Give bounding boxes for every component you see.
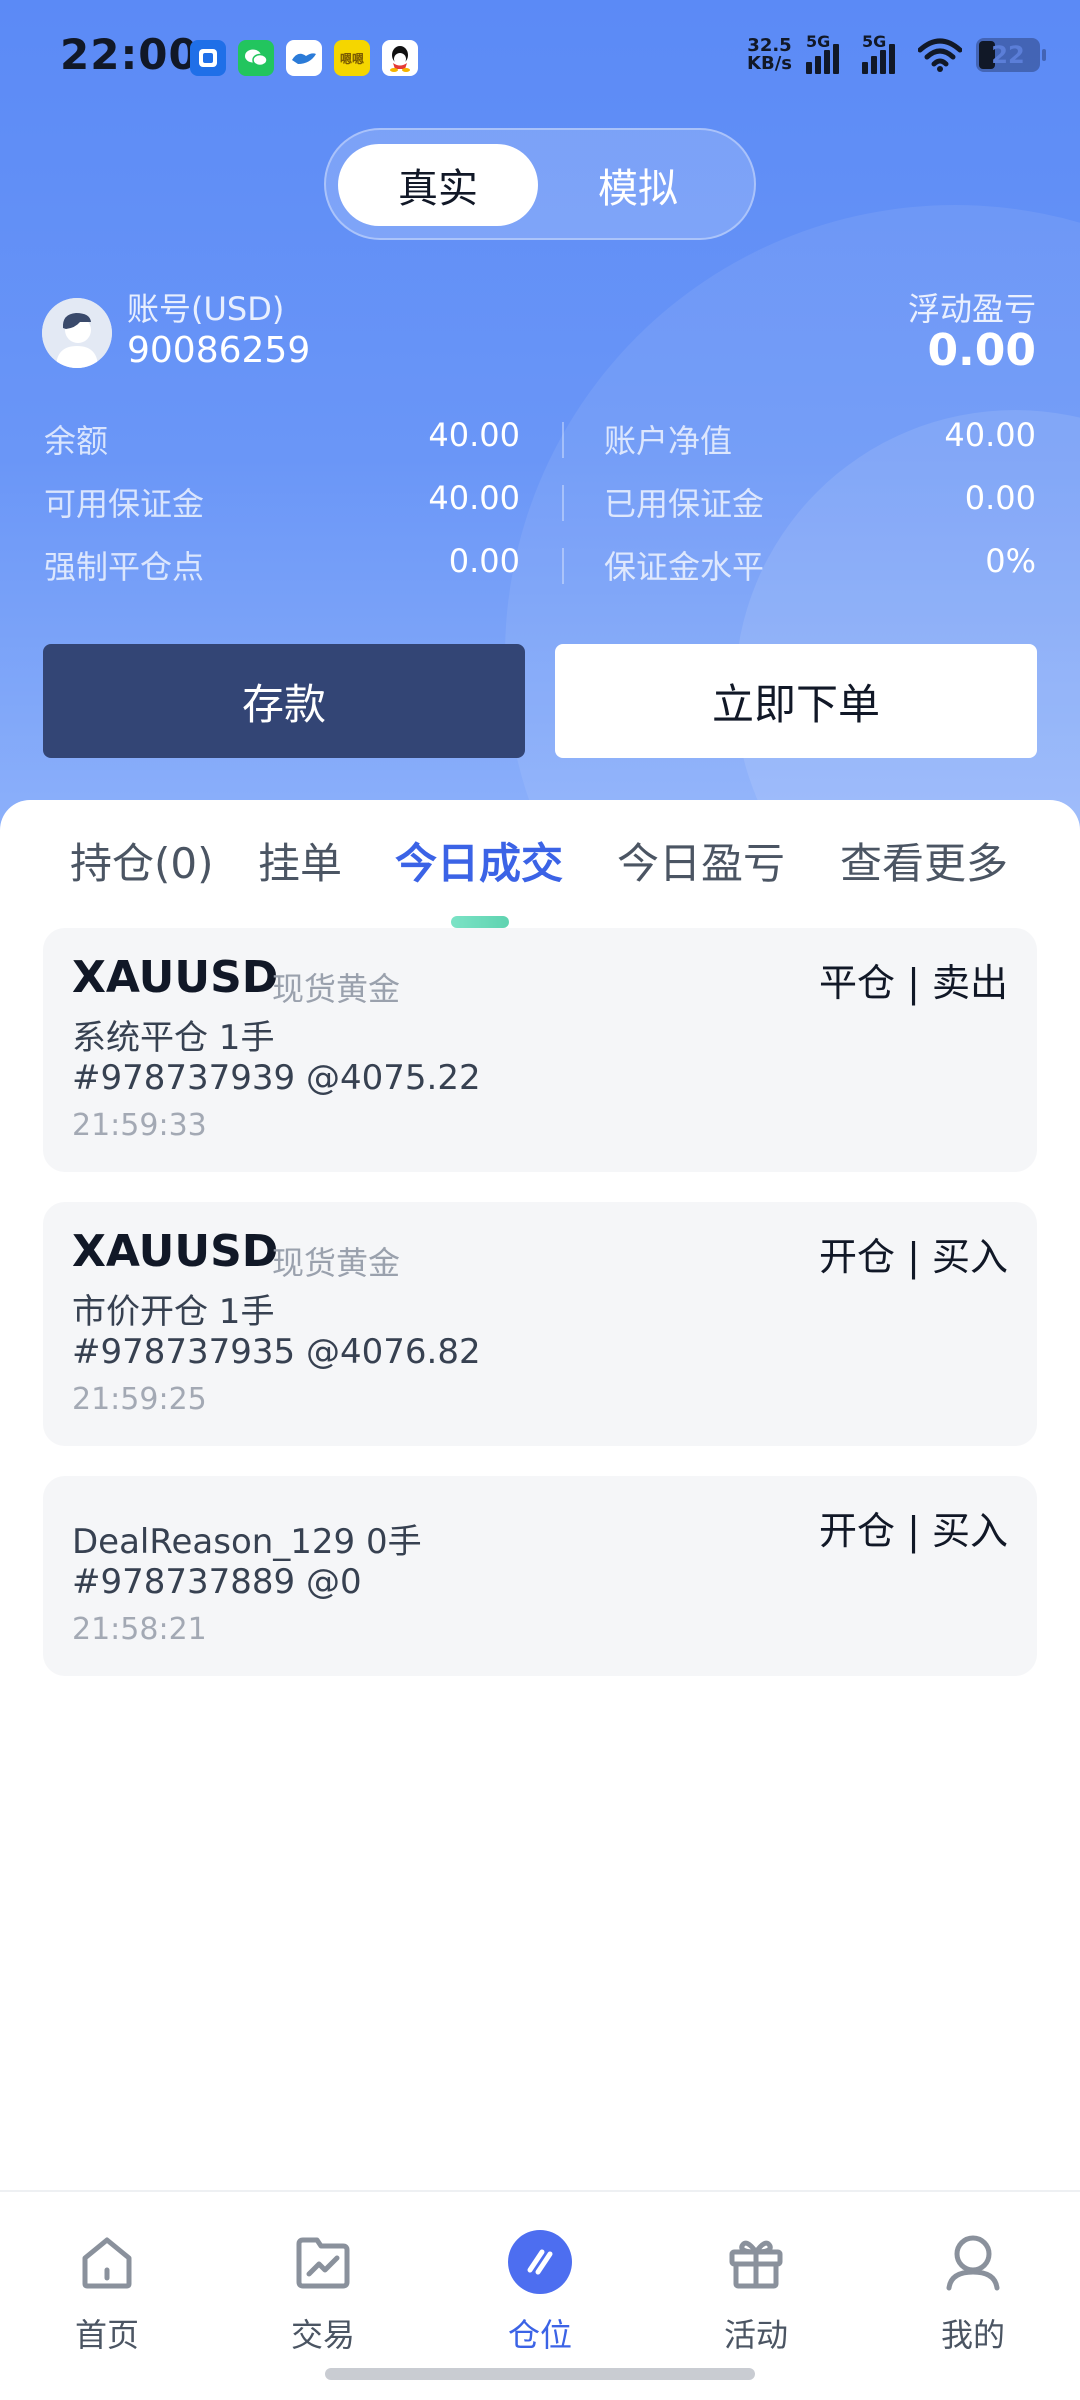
deal-time: 21:59:25 [72, 1382, 207, 1417]
deal-reason: 市价开仓 1手 [72, 1292, 275, 1332]
deal-ticket: #978737939 @4075.22 [72, 1058, 481, 1098]
signal-label: 5G [806, 32, 831, 51]
stat-value: 0.00 [448, 542, 520, 580]
stat-label: 强制平仓点 [44, 548, 205, 586]
signal-label: 5G [862, 32, 887, 51]
stat-margin-level: 保证金水平 0% [604, 542, 1036, 586]
signal-5g-icon: 5G [862, 32, 904, 74]
status-time: 22:00 [60, 30, 199, 79]
net-speed: 32.5 KB/s [747, 37, 792, 73]
nav-label: 首页 [74, 2316, 139, 2354]
account-label: 账号(USD) [127, 290, 285, 328]
stat-value: 40.00 [428, 416, 520, 454]
hh-app-icon: 嗯嗯 [334, 40, 370, 76]
user-profile-icon [946, 2235, 1000, 2291]
avatar[interactable] [42, 298, 112, 368]
deal-card[interactable]: 开仓 | 买入 DealReason_129 0手 #978737889 @0 … [43, 1476, 1037, 1676]
status-indicators: 32.5 KB/s 5G 5G 22 [747, 32, 1046, 74]
tab-positions[interactable]: 持仓(0) [70, 830, 214, 891]
stat-value: 0.00 [964, 479, 1036, 517]
divider [562, 485, 564, 521]
stat-value: 40.00 [944, 416, 1036, 454]
deal-action: 平仓 | 卖出 [819, 961, 1008, 1005]
stat-label: 保证金水平 [604, 548, 765, 586]
stat-free-margin: 可用保证金 40.00 [44, 479, 520, 523]
deal-symbol-name: 现货黄金 [272, 1244, 401, 1282]
nav-home[interactable]: 首页 [37, 2212, 177, 2362]
trade-folder-chart-icon [296, 2237, 350, 2289]
bird-app-icon [286, 40, 322, 76]
status-bar: 22:00 嗯嗯 32.5 KB/s 5G 5G 22 [0, 0, 1080, 120]
qq-icon [382, 40, 418, 76]
place-order-button[interactable]: 立即下单 [555, 644, 1037, 758]
nav-trade[interactable]: 交易 [253, 2212, 393, 2362]
battery-icon: 22 [976, 38, 1046, 72]
nav-mine[interactable]: 我的 [903, 2212, 1043, 2362]
wifi-icon [918, 38, 962, 72]
tab-pending-orders[interactable]: 挂单 [258, 830, 342, 891]
tab-view-more[interactable]: 查看更多 [840, 830, 1008, 891]
battery-level: 22 [991, 41, 1025, 69]
tab-today-pnl[interactable]: 今日盈亏 [617, 830, 785, 891]
signal-5g-icon: 5G [806, 32, 848, 74]
deal-time: 21:58:21 [72, 1612, 207, 1647]
notification-icons: 嗯嗯 [190, 40, 418, 76]
account-mode-switch: 真实 模拟 [324, 128, 756, 240]
stat-label: 可用保证金 [44, 485, 205, 523]
nav-label: 仓位 [507, 2316, 572, 2354]
deal-ticket: #978737935 @4076.82 [72, 1332, 481, 1372]
nav-label: 活动 [723, 2316, 788, 2354]
stat-label: 账户净值 [604, 422, 733, 460]
mode-demo-option[interactable]: 模拟 [538, 144, 738, 226]
stat-label: 已用保证金 [604, 485, 765, 523]
tab-today-deals[interactable]: 今日成交 [395, 830, 563, 891]
deal-time: 21:59:33 [72, 1108, 207, 1143]
deal-ticket: #978737889 @0 [72, 1562, 362, 1602]
deal-card[interactable]: XAUUSD 现货黄金 平仓 | 卖出 系统平仓 1手 #978737939 @… [43, 928, 1037, 1172]
home-indicator[interactable] [325, 2368, 755, 2380]
deal-symbol-name: 现货黄金 [272, 970, 401, 1008]
floating-pnl-label: 浮动盈亏 [907, 290, 1036, 328]
deal-action: 开仓 | 买入 [819, 1509, 1008, 1553]
nav-positions[interactable]: 仓位 [470, 2212, 610, 2362]
alipay-icon [190, 40, 226, 76]
trades-panel: 持仓(0) 挂单 今日成交 今日盈亏 查看更多 XAUUSD 现货黄金 平仓 |… [0, 800, 1080, 2190]
mode-real-option[interactable]: 真实 [338, 144, 538, 226]
deal-card[interactable]: XAUUSD 现货黄金 开仓 | 买入 市价开仓 1手 #978737935 @… [43, 1202, 1037, 1446]
stat-equity: 账户净值 40.00 [604, 416, 1036, 460]
trade-tabs: 持仓(0) 挂单 今日成交 今日盈亏 查看更多 [0, 830, 1080, 900]
home-icon [82, 2237, 132, 2289]
stat-value: 40.00 [428, 479, 520, 517]
stat-stop-out: 强制平仓点 0.00 [44, 542, 520, 586]
stat-balance: 余额 40.00 [44, 416, 520, 460]
account-header: 22:00 嗯嗯 32.5 KB/s 5G 5G 22 真实 模拟 账号(USD… [0, 0, 1080, 830]
deposit-button[interactable]: 存款 [43, 644, 525, 758]
nav-activity[interactable]: 活动 [686, 2212, 826, 2362]
deal-symbol: XAUUSD [72, 952, 279, 1003]
stat-used-margin: 已用保证金 0.00 [604, 479, 1036, 523]
stat-value: 0% [985, 542, 1036, 580]
nav-label: 交易 [290, 2316, 355, 2354]
hh-app-icon-text: 嗯嗯 [339, 51, 364, 66]
floating-pnl-value: 0.00 [927, 325, 1036, 376]
stat-label: 余额 [44, 422, 109, 460]
nav-label: 我的 [940, 2316, 1005, 2354]
deal-symbol: XAUUSD [72, 1226, 279, 1277]
positions-logo-icon [508, 2230, 572, 2294]
wechat-icon [238, 40, 274, 76]
account-number: 90086259 [127, 330, 311, 371]
gift-icon [729, 2240, 783, 2289]
divider [562, 548, 564, 584]
divider [562, 422, 564, 458]
active-tab-indicator [451, 916, 509, 928]
deal-reason: DealReason_129 0手 [72, 1522, 422, 1562]
deal-action: 开仓 | 买入 [819, 1235, 1008, 1279]
deal-reason: 系统平仓 1手 [72, 1018, 275, 1058]
net-speed-unit: KB/s [747, 53, 792, 74]
